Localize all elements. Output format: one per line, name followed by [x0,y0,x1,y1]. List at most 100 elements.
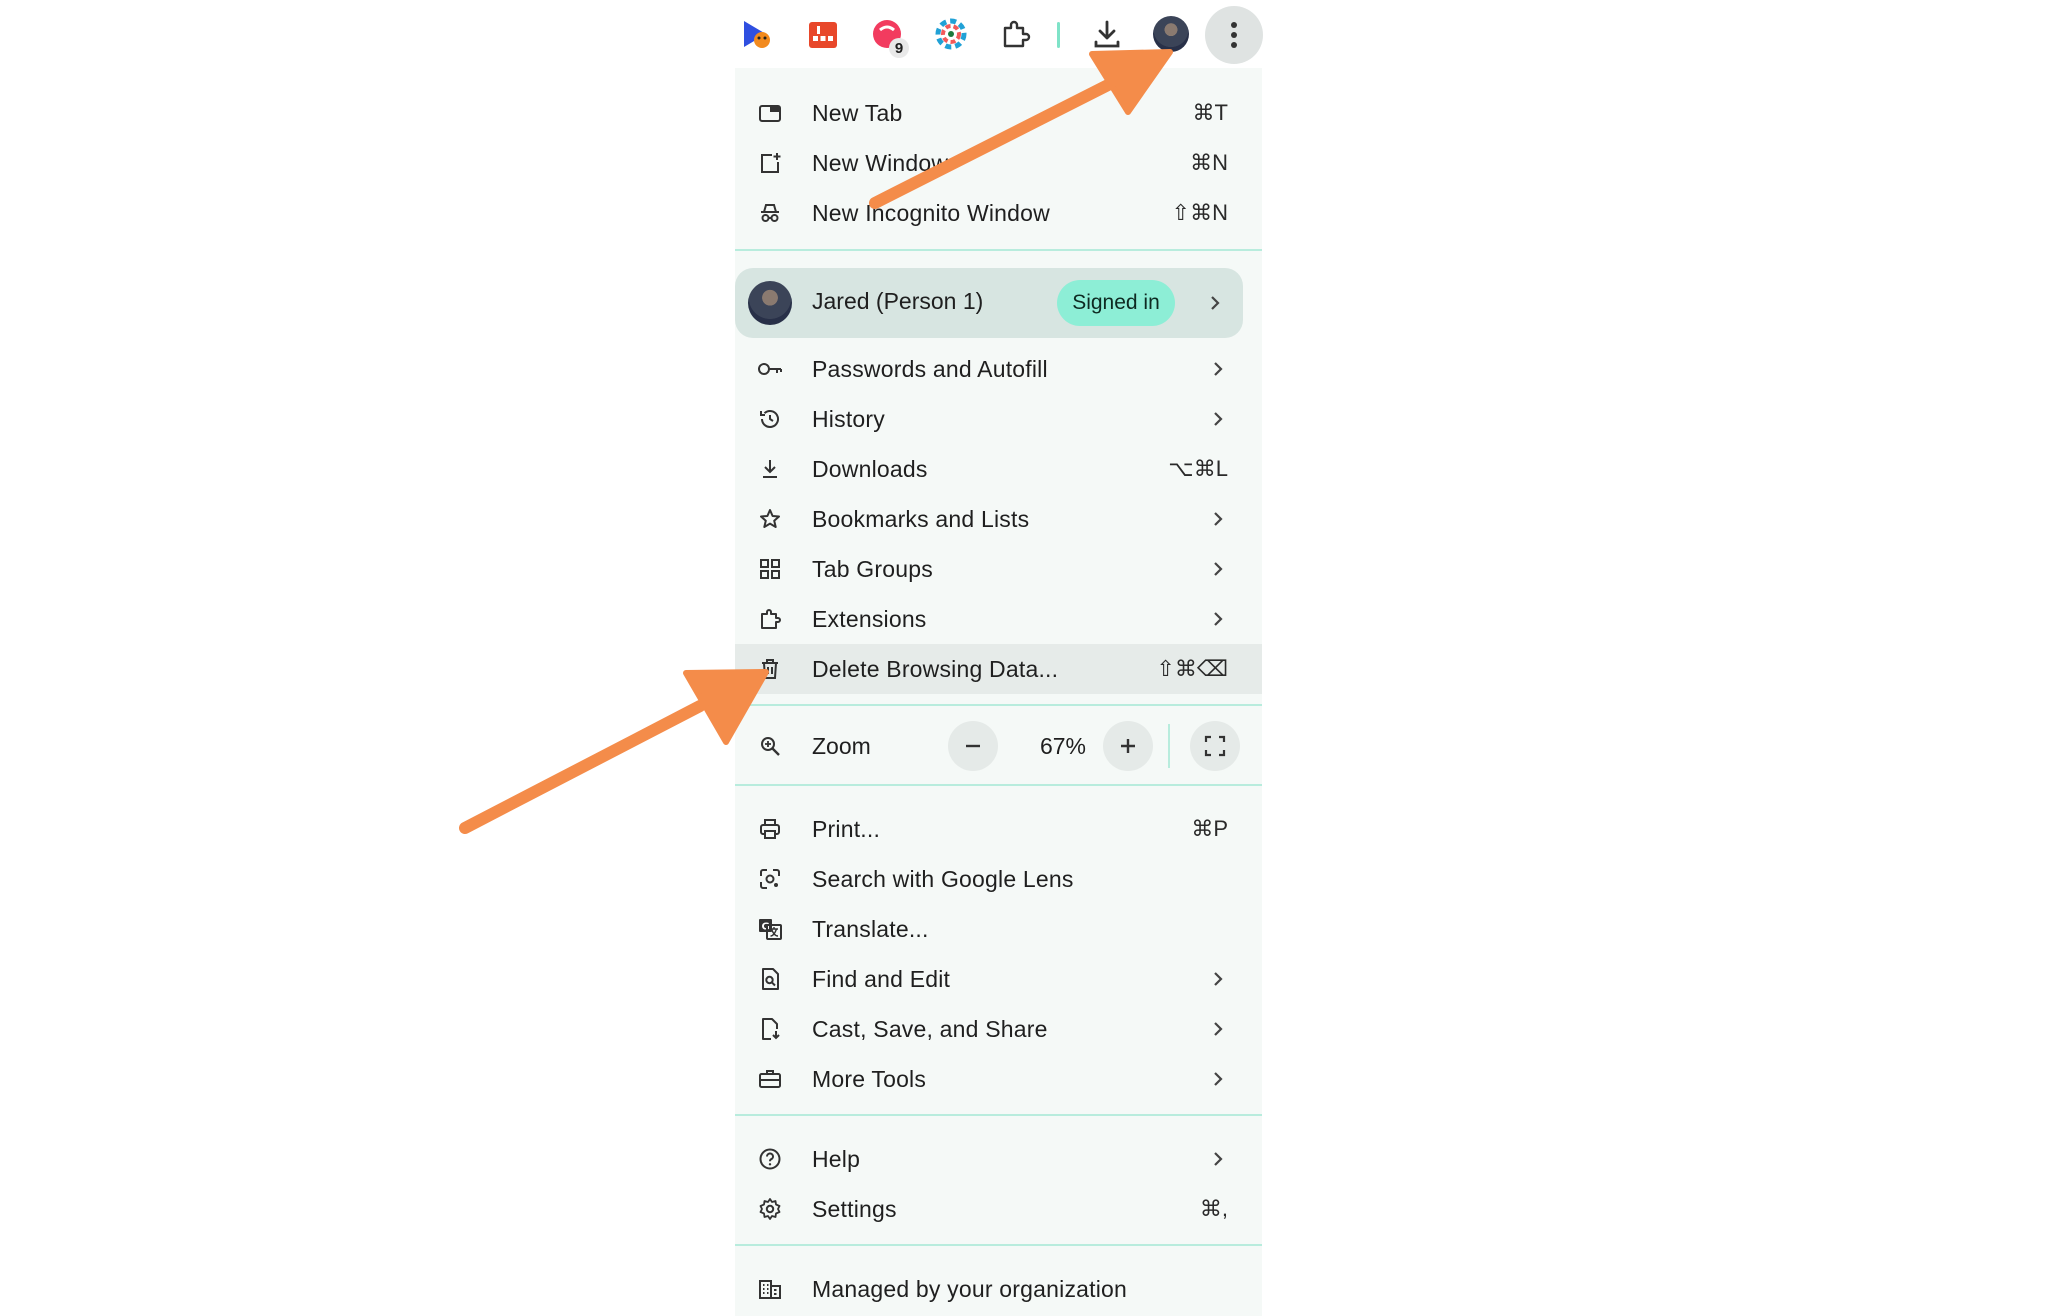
sheets-extension-icon[interactable] [803,14,843,54]
menu-item-translate[interactable]: G Translate... [735,904,1262,954]
puzzle-icon [755,604,785,634]
lens-icon [755,864,785,894]
menu-item-label: Extensions [812,605,927,632]
incognito-icon [755,198,785,228]
signed-in-badge: Signed in [1057,280,1175,326]
menu-item-label: Translate... [812,915,929,942]
chrome-menu-button[interactable] [1205,6,1263,64]
menu-item-new-window[interactable]: New Window ⌘N [735,138,1262,188]
menu-divider [735,704,1262,706]
menu-item-shortcut: ⌘T [1192,100,1228,125]
cast-save-icon [755,1014,785,1044]
browser-toolbar: 9 [735,0,1265,68]
menu-item-help[interactable]: Help [735,1134,1262,1184]
profile-row[interactable]: Jared (Person 1) Signed in [735,268,1243,338]
color-wheel-extension-icon[interactable] [931,14,971,54]
menu-item-managed-by-organization[interactable]: Managed by your organization [735,1264,1262,1314]
chevron-right-icon [1208,969,1228,989]
menu-divider [735,1114,1262,1116]
menu-item-label: New Tab [812,99,903,126]
avatar [1153,16,1189,52]
building-icon [755,1274,785,1304]
menu-item-new-incognito-window[interactable]: New Incognito Window ⇧⌘N [735,188,1262,238]
chevron-right-icon [1208,1019,1228,1039]
menu-divider [735,249,1262,251]
menu-item-delete-browsing-data[interactable]: Delete Browsing Data... ⇧⌘⌫ [735,644,1262,694]
menu-item-tab-groups[interactable]: Tab Groups [735,544,1262,594]
zoom-controls: Zoom 67% [735,718,1262,774]
menu-item-settings[interactable]: Settings ⌘, [735,1184,1262,1234]
new-tab-icon [755,98,785,128]
zoom-in-button[interactable] [1103,721,1153,771]
chevron-right-icon [1208,409,1228,429]
menu-item-label: Cast, Save, and Share [812,1015,1048,1042]
menu-item-passwords-autofill[interactable]: Passwords and Autofill [735,344,1262,394]
plus-icon [1121,739,1135,753]
menu-item-extensions[interactable]: Extensions [735,594,1262,644]
menu-item-label: Passwords and Autofill [812,355,1048,382]
menu-item-label: Find and Edit [812,965,951,992]
menu-item-find-edit[interactable]: Find and Edit [735,954,1262,1004]
extension-badge: 9 [889,38,909,58]
profile-name: Jared (Person 1) [812,288,984,314]
downloads-toolbar-icon[interactable] [1087,14,1127,54]
menu-item-label: Downloads [812,455,928,482]
grid-icon [755,554,785,584]
zoom-out-button[interactable] [948,721,998,771]
menu-item-label: More Tools [812,1065,927,1092]
toolbox-icon [755,1064,785,1094]
menu-item-label: Help [812,1145,861,1172]
menu-item-label: Settings [812,1195,897,1222]
menu-item-new-tab[interactable]: New Tab ⌘T [735,88,1262,138]
menu-item-shortcut: ⌘P [1191,816,1228,841]
chevron-right-icon [1208,1149,1228,1169]
pixel-tracker-extension-icon[interactable] [737,14,777,54]
find-icon [755,964,785,994]
key-icon [755,354,785,384]
history-icon [755,404,785,434]
menu-item-more-tools[interactable]: More Tools [735,1054,1262,1104]
menu-item-label: Print... [812,815,881,842]
menu-item-label: Delete Browsing Data... [812,655,1059,682]
menu-item-label: New Window [812,149,949,176]
menu-item-google-lens[interactable]: Search with Google Lens [735,854,1262,904]
fullscreen-icon [1204,735,1226,757]
menu-item-shortcut: ⌘, [1199,1196,1228,1221]
extensions-puzzle-icon[interactable] [995,14,1035,54]
chevron-right-icon [1208,609,1228,629]
menu-item-print[interactable]: Print... ⌘P [735,804,1262,854]
menu-item-label: Tab Groups [812,555,933,582]
menu-item-shortcut: ⇧⌘N [1171,200,1228,225]
menu-item-label: New Incognito Window [812,199,1050,226]
minus-icon [966,744,980,748]
zoom-level: 67% [1039,733,1087,759]
settings-icon [755,1194,785,1224]
menu-item-label: Managed by your organization [812,1275,1128,1302]
toolbar-separator [1057,22,1060,48]
fullscreen-button[interactable] [1190,721,1240,771]
translate-icon: G [755,914,785,944]
menu-item-shortcut: ⌘N [1190,150,1228,175]
chrome-main-menu: New Tab ⌘T New Window ⌘N New Incognito W… [735,68,1262,1316]
menu-item-cast-save-share[interactable]: Cast, Save, and Share [735,1004,1262,1054]
chevron-right-icon [1208,1069,1228,1089]
menu-item-history[interactable]: History [735,394,1262,444]
new-window-icon [755,148,785,178]
print-icon [755,814,785,844]
menu-item-bookmarks-lists[interactable]: Bookmarks and Lists [735,494,1262,544]
zoom-magnifier-icon [755,731,785,761]
menu-item-shortcut: ⇧⌘⌫ [1156,656,1228,681]
chevron-right-icon [1208,509,1228,529]
red-extension-icon[interactable]: 9 [867,14,909,58]
profile-avatar-button[interactable] [1151,14,1191,54]
zoom-label: Zoom [812,733,871,759]
menu-item-label: History [812,405,885,432]
help-icon [755,1144,785,1174]
menu-item-label: Bookmarks and Lists [812,505,1030,532]
chevron-right-icon [1205,293,1225,313]
download-icon [755,454,785,484]
menu-divider [735,784,1262,786]
menu-item-shortcut: ⌥⌘L [1168,456,1228,481]
menu-item-downloads[interactable]: Downloads ⌥⌘L [735,444,1262,494]
menu-item-label: Search with Google Lens [812,865,1074,892]
